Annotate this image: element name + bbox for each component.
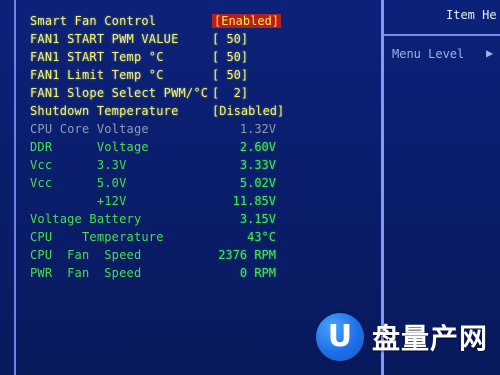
reading-value: 3.15V (239, 212, 276, 226)
setting-label: Shutdown Temperature (30, 104, 179, 118)
reading-value: 2.60V (239, 140, 276, 154)
setting-label: Smart Fan Control (30, 14, 157, 28)
reading-pwr-fan-speed: PWR Fan Speed 0 RPM (30, 264, 376, 282)
reading-label: Voltage Battery (30, 212, 142, 226)
setting-row-fan1-start-pwm[interactable]: FAN1 START PWM VALUE [ 50] (30, 30, 376, 48)
reading-label: +12V (30, 194, 127, 208)
setting-row-fan1-slope[interactable]: FAN1 Slope Select PWM/°C [ 2] (30, 84, 376, 102)
watermark: U 盘量产网 (315, 311, 488, 363)
setting-row-fan1-start-temp[interactable]: FAN1 START Temp °C [ 50] (30, 48, 376, 66)
setting-label: FAN1 Slope Select PWM/°C (30, 86, 209, 100)
reading-cpu-core-voltage: CPU Core Voltage 1.32V (30, 120, 376, 138)
menu-level-arrow-icon: ▶ (486, 46, 494, 60)
setting-row-shutdown-temperature[interactable]: Shutdown Temperature [Disabled] (30, 102, 376, 120)
setting-label: FAN1 START PWM VALUE (30, 32, 179, 46)
watermark-logo-icon: U (315, 313, 364, 361)
reading-cpu-temperature: CPU Temperature 43°C (30, 228, 376, 246)
setting-value[interactable]: [ 2] (212, 84, 308, 102)
reading-label: Vcc 3.3V (30, 158, 127, 172)
reading-value: 1.32V (239, 122, 276, 136)
item-help-title: Item He (446, 8, 497, 22)
menu-level-label: Menu Level (392, 47, 465, 61)
reading-label: DDR Voltage (30, 140, 149, 154)
reading-value: 11.85V (232, 194, 276, 208)
reading-vcc-3v3: Vcc 3.3V 3.33V (30, 156, 376, 174)
bios-screen: Smart Fan Control [Enabled] FAN1 START P… (0, 0, 500, 375)
reading-label: PWR Fan Speed (30, 266, 142, 280)
setting-value[interactable]: [Disabled] (212, 102, 308, 120)
reading-value: 5.02V (239, 176, 276, 190)
setting-row-fan1-limit-temp[interactable]: FAN1 Limit Temp °C [ 50] (30, 66, 376, 84)
reading-voltage-battery: Voltage Battery 3.15V (30, 210, 376, 228)
setting-row-smart-fan-control[interactable]: Smart Fan Control [Enabled] (30, 12, 376, 30)
selected-value[interactable]: [Enabled] (212, 14, 282, 28)
setting-label: FAN1 Limit Temp °C (30, 68, 164, 82)
reading-label: Vcc 5.0V (30, 176, 127, 190)
reading-ddr-voltage: DDR Voltage 2.60V (30, 138, 376, 156)
setting-value[interactable]: [ 50] (212, 66, 308, 84)
reading-value: 43°C (247, 230, 276, 244)
watermark-text: 盘量产网 (371, 322, 488, 355)
reading-12v: +12V 11.85V (30, 192, 376, 210)
reading-label: CPU Fan Speed (30, 248, 142, 262)
help-title-rule (384, 34, 500, 36)
reading-value: 0 RPM (239, 266, 276, 280)
reading-label: CPU Temperature (30, 230, 164, 244)
reading-value: 2376 RPM (218, 248, 276, 262)
setting-value[interactable]: [ 50] (212, 48, 308, 66)
reading-vcc-5v: Vcc 5.0V 5.02V (30, 174, 376, 192)
watermark-logo-letter: U (327, 319, 353, 354)
reading-cpu-fan-speed: CPU Fan Speed 2376 RPM (30, 246, 376, 264)
reading-label: CPU Core Voltage (30, 122, 149, 136)
setting-label: FAN1 START Temp °C (30, 50, 164, 64)
frame-line-left (14, 0, 16, 375)
setting-value[interactable]: [Enabled] (212, 12, 308, 30)
reading-value: 3.33V (239, 158, 276, 172)
setting-value[interactable]: [ 50] (212, 30, 308, 48)
settings-panel: Smart Fan Control [Enabled] FAN1 START P… (30, 12, 376, 282)
